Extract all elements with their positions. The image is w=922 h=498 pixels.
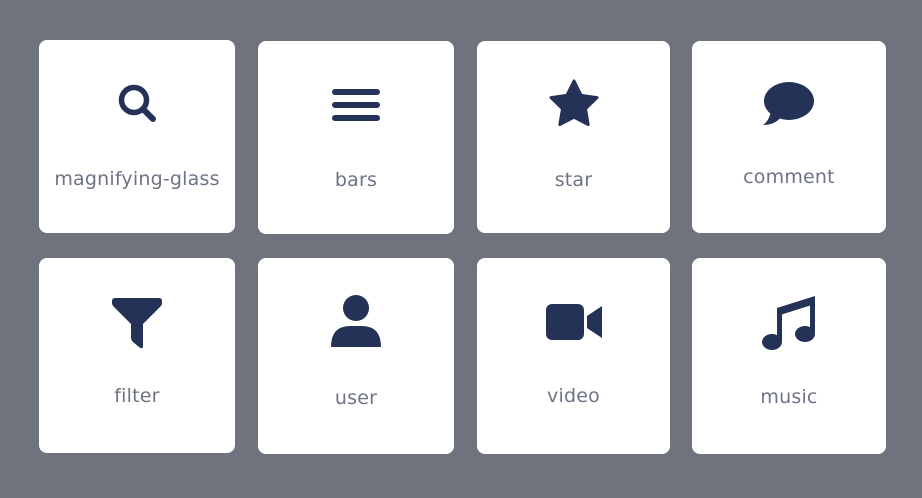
icon-card-bars[interactable]: bars (258, 41, 454, 234)
user-icon (258, 292, 454, 352)
icon-card-user[interactable]: user (258, 258, 454, 454)
icon-label: filter (114, 385, 160, 407)
bars-icon (258, 75, 454, 135)
icon-label: bars (334, 169, 378, 191)
comment-icon (692, 75, 886, 135)
icon-label: magnifying-glass (54, 168, 220, 190)
icon-card-star[interactable]: star (477, 41, 670, 233)
icon-card-video[interactable]: video (477, 258, 670, 454)
icon-label: music (760, 386, 818, 408)
music-icon (692, 292, 886, 352)
video-icon (477, 292, 670, 352)
filter-icon (39, 292, 235, 352)
icon-card-comment[interactable]: comment (692, 41, 886, 233)
icon-card-music[interactable]: music (692, 258, 886, 454)
icon-label: user (334, 387, 378, 409)
icon-label: star (554, 169, 593, 191)
magnifying-glass-icon (39, 74, 235, 134)
icon-label: video (547, 385, 600, 407)
star-icon (477, 75, 670, 135)
icon-card-filter[interactable]: filter (39, 258, 235, 453)
icon-card-magnifying-glass[interactable]: magnifying-glass (39, 40, 235, 233)
icon-label: comment (743, 166, 835, 188)
